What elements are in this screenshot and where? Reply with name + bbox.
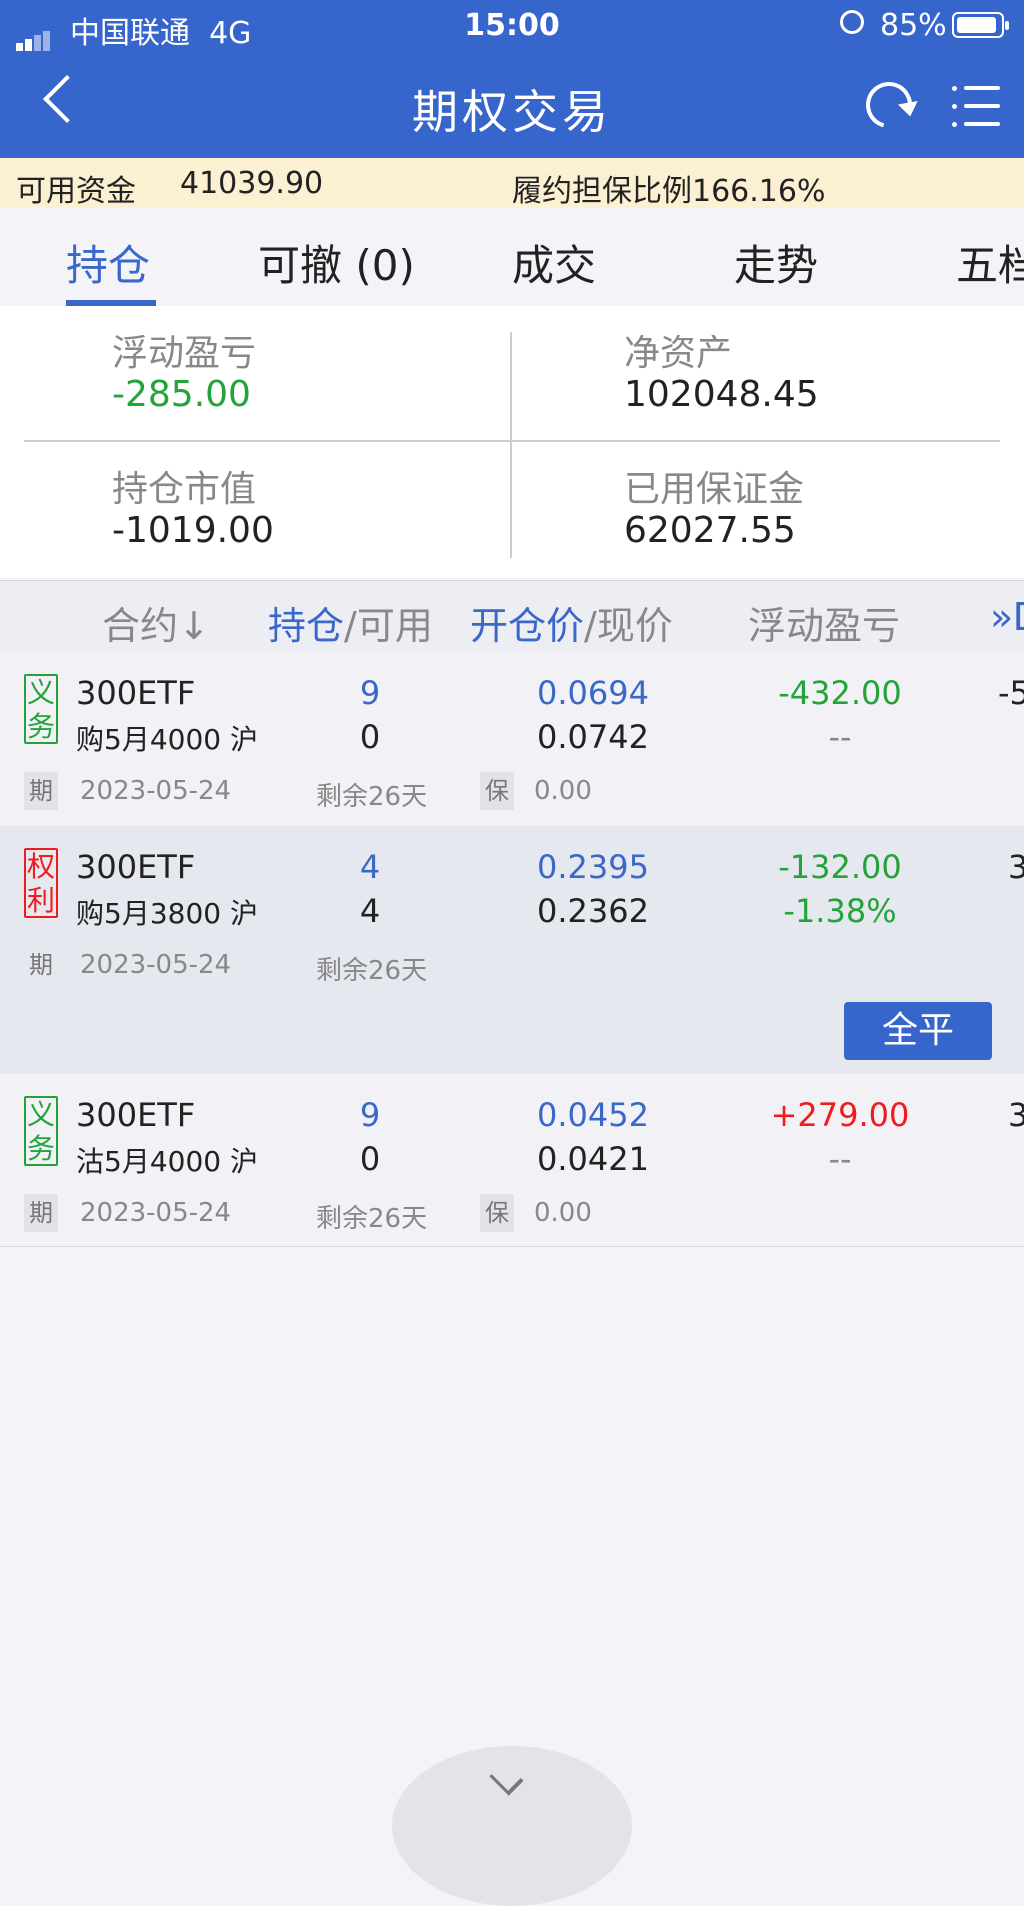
- current-price: 0.0421: [537, 1140, 649, 1178]
- expiry-date: 2023-05-24: [80, 950, 232, 980]
- header-current-price: 现价: [596, 604, 673, 648]
- header-float-pl[interactable]: 浮动盈亏: [748, 595, 900, 650]
- float-pl-pct: --: [828, 1140, 852, 1178]
- tab-depth[interactable]: 五档: [956, 232, 1024, 293]
- positions-table-header: 合约↓ 持仓/可用 开仓价/现价 浮动盈亏 »D: [0, 580, 1024, 654]
- float-pl: +279.00: [770, 1096, 910, 1134]
- margin-used-value: 62027.55: [624, 510, 796, 551]
- available-qty: 4: [359, 892, 381, 930]
- nav-bar: 期权交易: [0, 52, 1024, 158]
- extra-column: 3: [1008, 848, 1024, 886]
- margin-tag: 保: [480, 772, 514, 810]
- available-funds-label: 可用资金: [16, 174, 136, 209]
- float-pl-pct: --: [828, 718, 852, 756]
- float-pl-value: -285.00: [112, 374, 251, 415]
- open-price: 0.0452: [537, 1096, 649, 1134]
- contract-name: 300ETF: [76, 674, 196, 712]
- market-value-label: 持仓市值: [112, 469, 257, 510]
- chevron-down-icon: [489, 1761, 524, 1796]
- header-price[interactable]: 开仓价/现价: [470, 595, 673, 650]
- current-price: 0.0742: [537, 718, 649, 756]
- expiry-tag: 期: [29, 951, 53, 979]
- contract-detail: 购5月3800 沪: [76, 897, 258, 930]
- expiry-date: 2023-05-24: [80, 1198, 232, 1228]
- funds-bar: 可用资金 41039.90 履约担保比例166.16%: [0, 158, 1024, 209]
- contract-name: 300ETF: [76, 848, 196, 886]
- battery-icon: [952, 12, 1009, 38]
- float-pl-pct: -1.38%: [783, 892, 897, 930]
- days-remaining: 剩余26天: [316, 782, 428, 812]
- market-value-value: -1019.00: [112, 510, 274, 551]
- days-remaining: 剩余26天: [316, 1204, 428, 1234]
- status-time: 15:00: [464, 8, 560, 43]
- right-badge: 权利: [24, 848, 58, 918]
- account-summary: 浮动盈亏 -285.00 净资产 102048.45 持仓市值 -1019.00…: [0, 306, 1024, 578]
- expiry-date: 2023-05-24: [80, 776, 232, 806]
- header-contract[interactable]: 合约↓: [102, 595, 210, 650]
- float-pl-label: 浮动盈亏: [112, 333, 257, 374]
- position-qty: 9: [359, 674, 381, 712]
- open-price: 0.2395: [537, 848, 649, 886]
- close-all-button[interactable]: 全平: [844, 1002, 992, 1060]
- status-bar: 中国联通 4G 15:00 85%: [0, 0, 1024, 52]
- margin-tag: 保: [480, 1194, 514, 1232]
- available-funds-value: 41039.90: [180, 166, 324, 201]
- position-row[interactable]: 义务 300ETF 沽5月4000 沪 9 0 0.0452 0.0421 +2…: [0, 1074, 1024, 1247]
- contract-detail: 购5月4000 沪: [76, 723, 258, 756]
- margin-value: 0.00: [534, 776, 592, 806]
- header-sep: /: [344, 604, 357, 648]
- contract-detail: 沽5月4000 沪: [76, 1145, 258, 1178]
- obligation-badge: 义务: [24, 1096, 58, 1166]
- position-qty: 4: [359, 848, 381, 886]
- tab-bar: 持仓 可撤 (0) 成交 走势 五档: [0, 208, 1024, 306]
- net-assets-value: 102048.45: [624, 374, 819, 415]
- expiry-tag: 期: [24, 772, 58, 810]
- header-position-available[interactable]: 持仓/可用: [268, 595, 433, 650]
- margin-used-label: 已用保证金: [624, 469, 805, 510]
- available-qty: 0: [359, 1140, 381, 1178]
- tab-cancelable[interactable]: 可撤 (0): [258, 232, 415, 293]
- extra-column: -5: [998, 674, 1024, 712]
- expand-handle[interactable]: [392, 1746, 632, 1906]
- open-price: 0.0694: [537, 674, 649, 712]
- expiry-tag: 期: [24, 1194, 58, 1232]
- position-row-selected[interactable]: 权利 300ETF 购5月3800 沪 4 4 0.2395 0.2362 -1…: [0, 826, 1024, 1075]
- extra-column: 3: [1008, 1096, 1024, 1134]
- summary-divider-v: [510, 332, 512, 558]
- menu-icon[interactable]: [952, 84, 1000, 128]
- position-qty: 9: [359, 1096, 381, 1134]
- current-price: 0.2362: [537, 892, 649, 930]
- float-pl: -432.00: [778, 674, 902, 712]
- header-more[interactable]: »D: [990, 595, 1024, 639]
- guarantee-ratio: 履约担保比例166.16%: [512, 174, 826, 209]
- contract-name: 300ETF: [76, 1096, 196, 1134]
- available-qty: 0: [359, 718, 381, 756]
- header-available: 可用: [356, 604, 433, 648]
- margin-value: 0.00: [534, 1198, 592, 1228]
- orientation-lock-icon: [840, 10, 864, 34]
- header-sep: /: [584, 604, 597, 648]
- summary-divider-h: [24, 440, 1000, 442]
- battery-percent: 85%: [880, 8, 947, 43]
- net-assets-label: 净资产: [624, 333, 733, 374]
- tab-trend[interactable]: 走势: [734, 232, 818, 293]
- days-remaining: 剩余26天: [316, 956, 428, 986]
- float-pl: -132.00: [778, 848, 902, 886]
- header-open-price: 开仓价: [470, 604, 585, 648]
- obligation-badge: 义务: [24, 674, 58, 744]
- position-row[interactable]: 义务 300ETF 购5月4000 沪 9 0 0.0694 0.0742 -4…: [0, 652, 1024, 827]
- header-position: 持仓: [268, 604, 345, 648]
- tab-positions[interactable]: 持仓: [66, 232, 150, 293]
- tab-trades[interactable]: 成交: [512, 232, 596, 293]
